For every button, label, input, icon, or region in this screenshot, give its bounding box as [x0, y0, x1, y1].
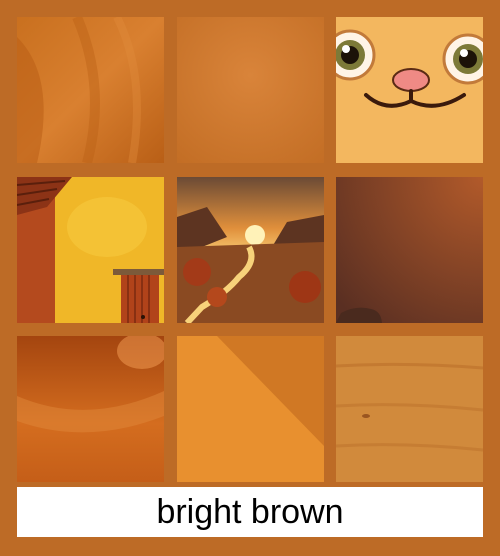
fabric-fold-image: [17, 17, 164, 163]
wood-grain-image: [336, 336, 483, 482]
barn-wall-image: [17, 177, 164, 323]
tile-wood-grain[interactable]: [336, 336, 483, 482]
tile-glossy-surface[interactable]: [17, 336, 164, 482]
tile-dusk-gradient[interactable]: [336, 177, 483, 323]
sunset-valley-image: [177, 177, 324, 323]
tile-paper-texture[interactable]: [177, 17, 324, 163]
dusk-gradient-image: [336, 177, 483, 323]
glossy-surface-image: [17, 336, 164, 482]
tile-diagonal-gradient[interactable]: [177, 336, 324, 482]
tile-yellow-barn-wall[interactable]: [17, 177, 164, 323]
diagonal-gradient-image: [177, 336, 324, 482]
paper-texture-image: [177, 17, 324, 163]
tile-cartoon-face[interactable]: [336, 17, 483, 163]
caption-label: bright brown: [17, 487, 483, 537]
tile-sunset-valley[interactable]: [177, 177, 324, 323]
tile-fabric-fold[interactable]: [17, 17, 164, 163]
cartoon-face-image: [336, 17, 483, 163]
